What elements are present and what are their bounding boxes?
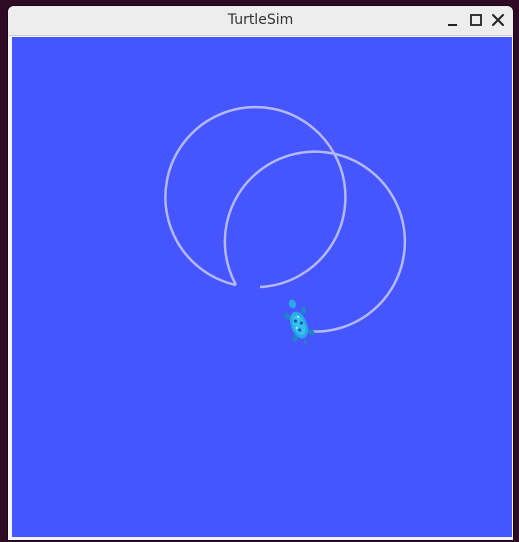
maximize-button[interactable] [468,12,484,28]
close-icon [492,14,504,26]
turtle-icon [283,299,315,346]
turtle-canvas [12,37,512,537]
title-bar[interactable]: TurtleSim [8,6,513,36]
turtle-layer [283,299,315,346]
turtlesim-window: TurtleSim [8,6,513,540]
minimize-icon [448,24,457,26]
close-button[interactable] [490,12,506,28]
maximize-icon [470,14,482,26]
minimize-button[interactable] [445,12,461,28]
window-title: TurtleSim [227,12,294,28]
